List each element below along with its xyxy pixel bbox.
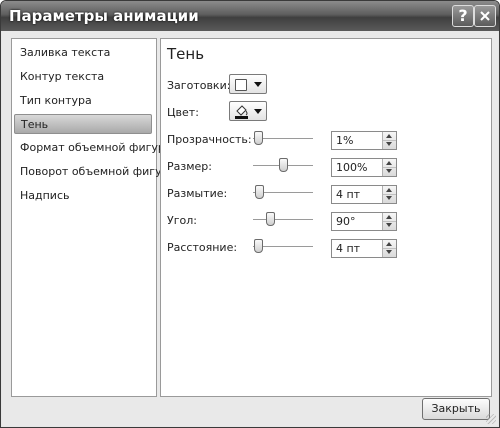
- spinner-buttons: [382, 186, 396, 203]
- sidebar-item-text-outline[interactable]: Контур текста: [14, 67, 152, 87]
- transparency-spinner[interactable]: [331, 131, 397, 150]
- help-button[interactable]: ?: [452, 5, 474, 27]
- presets-label: Заготовки:: [167, 79, 231, 92]
- slider-track: [253, 219, 313, 221]
- page-title: Тень: [167, 45, 205, 63]
- shadow-settings-panel: Тень Заготовки: Цвет: Прозрачность: 1% Р…: [160, 38, 492, 397]
- decrement-button[interactable]: [383, 194, 396, 202]
- spinner-buttons: [382, 240, 396, 257]
- size-spinner[interactable]: [331, 158, 397, 177]
- sidebar-item-label: Заливка текста: [20, 46, 111, 59]
- sidebar-item-text-box[interactable]: Надпись: [14, 186, 152, 206]
- spinner-buttons: [382, 213, 396, 230]
- category-list: Заливка текста Контур текста Тип контура…: [11, 38, 177, 397]
- angle-spinner[interactable]: [331, 212, 397, 231]
- distance-input[interactable]: [332, 240, 380, 257]
- sidebar-item-outline-style[interactable]: Тип контура: [14, 91, 152, 111]
- close-icon: [480, 11, 490, 21]
- slider-thumb[interactable]: [254, 131, 263, 145]
- sidebar-item-label: Тень: [21, 118, 49, 131]
- presets-dropdown[interactable]: [229, 74, 267, 94]
- color-dropdown[interactable]: [229, 101, 267, 121]
- transparency-input[interactable]: [332, 132, 380, 149]
- slider-thumb[interactable]: [255, 185, 264, 199]
- color-label: Цвет:: [167, 106, 199, 119]
- sidebar-item-label: Поворот объемной фигуры: [20, 165, 178, 178]
- blur-spinner[interactable]: [331, 185, 397, 204]
- dialog-client-area: Заливка текста Контур текста Тип контура…: [2, 31, 498, 426]
- size-slider[interactable]: [253, 158, 313, 173]
- distance-spinner[interactable]: [331, 239, 397, 258]
- resize-grip[interactable]: [486, 414, 496, 424]
- chevron-down-icon: [254, 109, 262, 114]
- spinner-buttons: [382, 159, 396, 176]
- blur-slider[interactable]: [253, 185, 313, 200]
- dialog-window: Параметры анимации ? Заливка текста Конт…: [0, 0, 500, 428]
- decrement-button[interactable]: [383, 248, 396, 256]
- slider-thumb[interactable]: [266, 212, 275, 226]
- chevron-down-icon: [254, 82, 262, 87]
- slider-thumb[interactable]: [254, 239, 263, 253]
- sidebar-item-label: Контур текста: [20, 70, 105, 83]
- fill-bucket-icon: [235, 105, 248, 119]
- blur-input[interactable]: [332, 186, 380, 203]
- decrement-button[interactable]: [383, 140, 396, 148]
- sidebar-item-text-fill[interactable]: Заливка текста: [14, 43, 152, 63]
- sidebar-item-label: Формат объемной фигуры: [20, 141, 174, 154]
- close-window-button[interactable]: [474, 5, 496, 27]
- slider-thumb[interactable]: [279, 158, 288, 172]
- distance-slider[interactable]: [253, 239, 313, 254]
- sidebar-item-shadow[interactable]: Тень: [14, 114, 152, 134]
- blur-label: Размытие:: [167, 187, 228, 200]
- decrement-button[interactable]: [383, 167, 396, 175]
- angle-input[interactable]: [332, 213, 380, 230]
- transparency-label: Прозрачность:: [167, 133, 252, 146]
- angle-label: Угол:: [167, 214, 197, 227]
- size-label: Размер:: [167, 160, 212, 173]
- distance-label: Расстояние:: [167, 241, 238, 254]
- title-bar[interactable]: Параметры анимации ?: [1, 1, 499, 31]
- decrement-button[interactable]: [383, 221, 396, 229]
- sidebar-item-3d-format[interactable]: Формат объемной фигуры: [14, 138, 174, 158]
- sidebar-item-label: Надпись: [20, 189, 70, 202]
- sidebar-item-label: Тип контура: [20, 94, 92, 107]
- close-button[interactable]: Закрыть: [422, 398, 490, 420]
- size-input[interactable]: [332, 159, 380, 176]
- shadow-preset-icon: [235, 79, 247, 91]
- window-title: Параметры анимации: [9, 7, 199, 25]
- angle-slider[interactable]: [253, 212, 313, 227]
- spinner-buttons: [382, 132, 396, 149]
- transparency-slider[interactable]: [253, 131, 313, 146]
- sidebar-item-3d-rotation[interactable]: Поворот объемной фигуры: [14, 162, 177, 182]
